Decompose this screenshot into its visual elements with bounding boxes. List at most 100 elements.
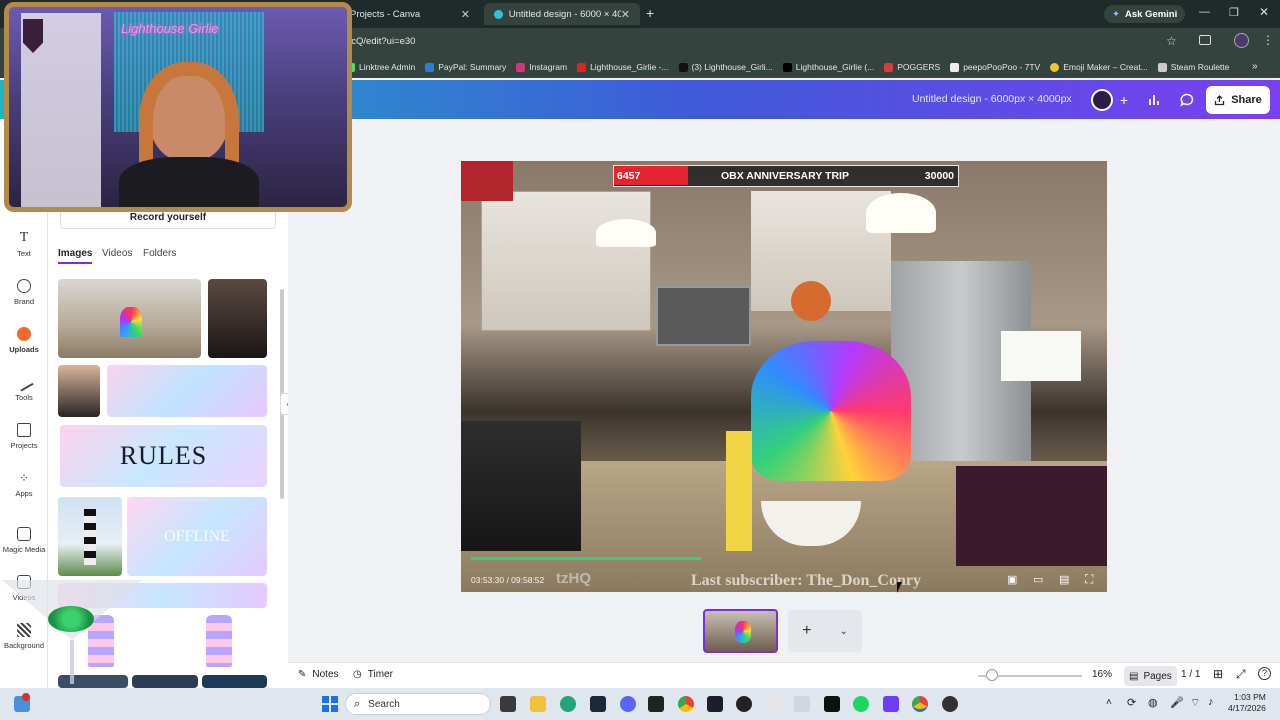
rail-item-uploads[interactable]: Uploads <box>0 327 48 354</box>
streamer-shirt <box>119 157 259 207</box>
add-collaborator-icon[interactable]: + <box>1110 86 1138 114</box>
pages-button[interactable]: ▤ Pages <box>1124 666 1177 686</box>
miniplayer-icon[interactable]: ▭ <box>1033 573 1043 586</box>
ask-gemini-button[interactable]: ✦ Ask Gemini <box>1104 5 1186 23</box>
bookmark-item[interactable]: (3) Lighthouse_Girli... <box>678 62 773 72</box>
calculator-icon[interactable] <box>794 696 810 712</box>
url-field[interactable]: ecQ/edit?ui=e30 <box>346 36 415 47</box>
chrome-active-icon[interactable] <box>912 696 928 712</box>
notes-button[interactable]: ✎ Notes <box>298 669 339 680</box>
file-explorer-icon[interactable] <box>530 696 546 712</box>
bookmark-item[interactable]: Instagram <box>516 62 567 72</box>
clock[interactable]: 1:03 PM 4/17/2026 <box>1228 692 1266 714</box>
comment-icon[interactable] <box>1173 86 1201 114</box>
rail-item-magic-media[interactable]: Magic Media <box>0 527 48 554</box>
share-button[interactable]: Share <box>1206 86 1270 114</box>
steam-icon[interactable] <box>590 696 606 712</box>
minimize-icon[interactable]: — <box>1199 6 1210 18</box>
tab-projects[interactable]: Projects - Canva ✕ <box>340 3 480 25</box>
bookmarks-overflow-icon[interactable]: » <box>1252 61 1258 72</box>
bookmark-item[interactable]: Lighthouse_Girlie (... <box>782 62 874 72</box>
bookmark-label: (3) Lighthouse_Girli... <box>691 62 773 72</box>
uploaded-image-portrait[interactable] <box>208 279 267 358</box>
close-tab-icon[interactable]: ✕ <box>461 8 470 21</box>
rail-item-text[interactable]: T Text <box>0 231 48 259</box>
sync-icon[interactable]: ⟳ <box>1127 696 1136 709</box>
design-canvas[interactable]: 6457 OBX ANNIVERSARY TRIP 30000 03:53:30… <box>461 161 1107 592</box>
bookmark-item[interactable]: peepoPooPoo - 7TV <box>950 62 1040 72</box>
close-window-icon[interactable]: ✕ <box>1259 5 1269 19</box>
volume-icon[interactable]: ♪ <box>1208 696 1214 708</box>
new-tab-button[interactable]: + <box>646 5 654 21</box>
timer-button[interactable]: ◷ Timer <box>353 669 393 680</box>
zoom-level[interactable]: 16% <box>1092 669 1112 680</box>
bookmark-item[interactable]: Steam Roulette <box>1157 62 1229 72</box>
notepad-icon[interactable] <box>765 696 781 712</box>
uploaded-image-row-1[interactable] <box>58 675 128 688</box>
edge-icon[interactable] <box>560 696 576 712</box>
insights-chart-icon[interactable] <box>1141 86 1169 114</box>
theater-icon[interactable]: ▤ <box>1059 573 1069 586</box>
zoom-slider-handle[interactable] <box>986 669 998 681</box>
bookmark-star-icon[interactable]: ☆ <box>1166 34 1177 48</box>
expand-icon[interactable]: ⤢ <box>1236 667 1246 682</box>
rail-item-brand[interactable]: Brand <box>0 279 48 306</box>
uploaded-image-lighthouse-sticker-2[interactable] <box>206 615 232 667</box>
uploaded-image-lighthouse-photo[interactable] <box>58 497 122 576</box>
tab-folders[interactable]: Folders <box>143 248 176 259</box>
app-misc-icon[interactable] <box>942 696 958 712</box>
apps-grid-icon[interactable] <box>883 696 899 712</box>
fullscreen-icon[interactable]: ⛶ <box>1085 572 1093 587</box>
streamdeck-icon[interactable] <box>824 696 840 712</box>
epic-games-icon[interactable] <box>648 696 664 712</box>
tie-dye-person-shape <box>120 307 142 337</box>
page-thumbnail[interactable] <box>703 609 778 653</box>
bookmark-item[interactable]: Emoji Maker – Creat... <box>1050 62 1148 72</box>
microphone-icon[interactable]: 🎤 <box>1170 696 1184 709</box>
uploaded-image-offline-banner[interactable]: OFFLINE <box>127 497 267 576</box>
uploaded-image-selfie[interactable] <box>58 365 100 417</box>
uploaded-image-row-2[interactable] <box>132 675 198 688</box>
help-icon[interactable]: ? <box>1258 667 1271 680</box>
cast-icon[interactable] <box>1199 35 1211 45</box>
uploaded-image-kitchen[interactable] <box>58 279 201 358</box>
pendant-light-2 <box>866 193 936 233</box>
close-tab-icon[interactable]: ✕ <box>621 8 630 21</box>
profile-avatar[interactable] <box>1234 33 1249 48</box>
bookmark-item[interactable]: POGGERS <box>884 62 940 72</box>
rail-item-apps[interactable]: ⁘ Apps <box>0 471 48 498</box>
menu-kebab-icon[interactable]: ⋮ <box>1262 33 1274 47</box>
windows-start-icon[interactable] <box>322 696 338 712</box>
wifi-icon[interactable]: ⌔ <box>1190 696 1200 710</box>
bookmark-item[interactable]: Linktree Admin <box>346 62 415 72</box>
rail-item-projects[interactable]: Projects <box>0 423 48 450</box>
affinity-icon[interactable] <box>707 696 723 712</box>
tab-untitled-design[interactable]: Untitled design - 6000 × 4000p ✕ <box>484 3 640 25</box>
bookmark-item[interactable]: PayPal: Summary <box>425 62 506 72</box>
uploaded-image-row-3[interactable] <box>202 675 267 688</box>
task-view-icon[interactable] <box>500 696 516 712</box>
maximize-icon[interactable]: ❐ <box>1229 6 1239 19</box>
uploaded-image-rules-banner[interactable]: RULES <box>60 425 267 487</box>
rail-label: Tools <box>15 393 33 402</box>
obs-icon[interactable] <box>736 696 752 712</box>
fridge-note <box>1001 331 1081 381</box>
bookmark-item[interactable]: Lighthouse_Girlie -... <box>577 62 669 72</box>
spotify-icon[interactable] <box>853 696 869 712</box>
tab-videos[interactable]: Videos <box>102 248 132 259</box>
discord-icon[interactable] <box>620 696 636 712</box>
pip-icon[interactable]: ▣ <box>1007 573 1017 586</box>
bookmark-label: Lighthouse_Girlie -... <box>590 62 669 72</box>
design-title[interactable]: Untitled design - 6000px × 4000px <box>912 93 1072 105</box>
add-page-icon[interactable]: + <box>802 622 811 640</box>
uploaded-image-waves-banner[interactable] <box>107 365 267 417</box>
grid-view-icon[interactable]: ⊞ <box>1213 667 1223 681</box>
tray-overflow-icon[interactable]: ˄ <box>1106 697 1112 708</box>
chrome-icon[interactable] <box>678 696 694 712</box>
tab-images[interactable]: Images <box>58 248 93 264</box>
chevron-down-icon[interactable]: ⌄ <box>840 626 848 637</box>
rail-item-tools[interactable]: Tools <box>0 372 48 402</box>
notification-badge <box>22 693 30 701</box>
network-icon[interactable]: ◍ <box>1148 696 1158 709</box>
taskbar-search-box[interactable]: ⌕ Search <box>345 693 491 715</box>
